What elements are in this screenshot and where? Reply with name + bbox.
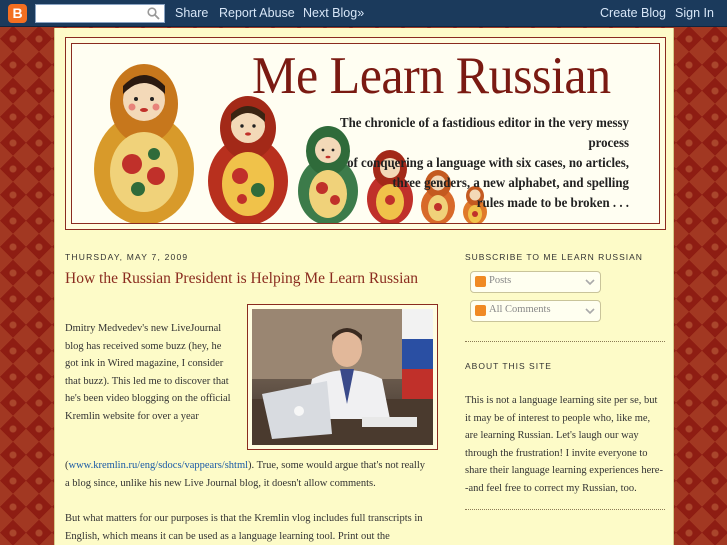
post-paragraph-1: Dmitry Medvedev's new LiveJournal blog h… [65, 320, 245, 425]
text-line: blog has received some buzz (hey, he [65, 340, 222, 352]
posts-feed-button[interactable]: Posts [470, 271, 601, 293]
kremlin-link[interactable]: www.kremlin.ru/eng/sdocs/vappears/shtml [69, 460, 249, 471]
next-blog-link[interactable]: Next Blog» [303, 6, 364, 20]
blog-description: The chronicle of a fastidious editor in … [298, 114, 629, 214]
text-line: are learning Russian. Let's laugh our wa… [465, 430, 639, 441]
description-line: three genders, a new alphabet, and spell… [392, 176, 629, 191]
text-line: it may be of interest to people who, lik… [465, 412, 651, 424]
page-container: Me Learn Russian The chronicle of a fast… [54, 28, 674, 545]
rss-feed-icon [475, 305, 486, 316]
doll-large [94, 64, 194, 223]
search-input[interactable] [35, 4, 165, 23]
subscribe-heading: Subscribe to Me Learn Russian [465, 252, 643, 262]
description-line: rules made to be broken . . . [476, 196, 629, 211]
text-line: But what matters for our purposes is tha… [65, 513, 423, 524]
text-line: -and feel free to correct my Russian, to… [465, 482, 637, 494]
text-line: share their language learning experience… [465, 465, 663, 476]
blog-header[interactable]: Me Learn Russian The chronicle of a fast… [65, 37, 666, 230]
about-heading: About This Site [465, 361, 552, 371]
description-line: of conquering a language with six cases,… [347, 156, 629, 171]
text-line-rest: ). True, some would argue that's not rea… [248, 460, 426, 471]
text-line: This is not a language learning site per… [465, 395, 658, 406]
sidebar-divider [465, 509, 665, 510]
chevron-down-icon [585, 279, 595, 286]
create-blog-link[interactable]: Create Blog [600, 6, 666, 20]
report-abuse-link[interactable]: Report Abuse [219, 6, 295, 20]
text-line: through the frustration! I invite everyo… [465, 447, 648, 459]
sign-in-link[interactable]: Sign In [675, 6, 714, 20]
post-paragraph-3: But what matters for our purposes is tha… [65, 510, 445, 545]
photo-scene [252, 309, 433, 445]
post-paragraph-2: (www.kremlin.ru/eng/sdocs/vappears/shtml… [65, 457, 445, 492]
comments-feed-button[interactable]: All Comments [470, 300, 601, 322]
medvedev-photo-image [252, 309, 433, 445]
text-line: a blog since, unlike his new Live Journa… [65, 477, 376, 489]
header-banner: Me Learn Russian The chronicle of a fast… [71, 43, 660, 224]
posts-feed-label: Posts [489, 275, 512, 286]
text-line: that buzz). This led me to discover that [65, 375, 229, 387]
text-line: (www.kremlin.ru/eng/sdocs/vappears/shtml… [65, 457, 445, 475]
blogger-logo-icon[interactable]: B [8, 4, 27, 23]
post-photo[interactable] [247, 304, 438, 450]
share-link[interactable]: Share [175, 6, 208, 20]
description-line: The chronicle of a fastidious editor in … [340, 116, 629, 151]
about-text: This is not a language learning site per… [465, 392, 665, 497]
chevron-down-icon [585, 308, 595, 315]
text-line: got ink in Wired magazine, I consider [65, 358, 224, 369]
sidebar: Subscribe to Me Learn Russian Posts All … [465, 252, 665, 510]
search-icon[interactable] [147, 7, 160, 20]
blogger-navbar: B Share Report Abuse Next Blog» Create B… [0, 0, 727, 27]
text-line: Dmitry Medvedev's new LiveJournal [65, 323, 222, 334]
blog-title[interactable]: Me Learn Russian [252, 49, 611, 102]
comments-feed-label: All Comments [489, 304, 551, 315]
text-line: he's been video blogging on the official [65, 393, 231, 404]
post-title-link[interactable]: How the Russian President is Helping Me … [65, 270, 445, 288]
doll-second [208, 96, 288, 223]
text-line: English, which means it can be used as a… [65, 530, 390, 542]
post-date-header: Thursday, May 7, 2009 [65, 252, 189, 262]
rss-feed-icon [475, 276, 486, 287]
text-line: Kremlin website for over a year [65, 410, 199, 422]
